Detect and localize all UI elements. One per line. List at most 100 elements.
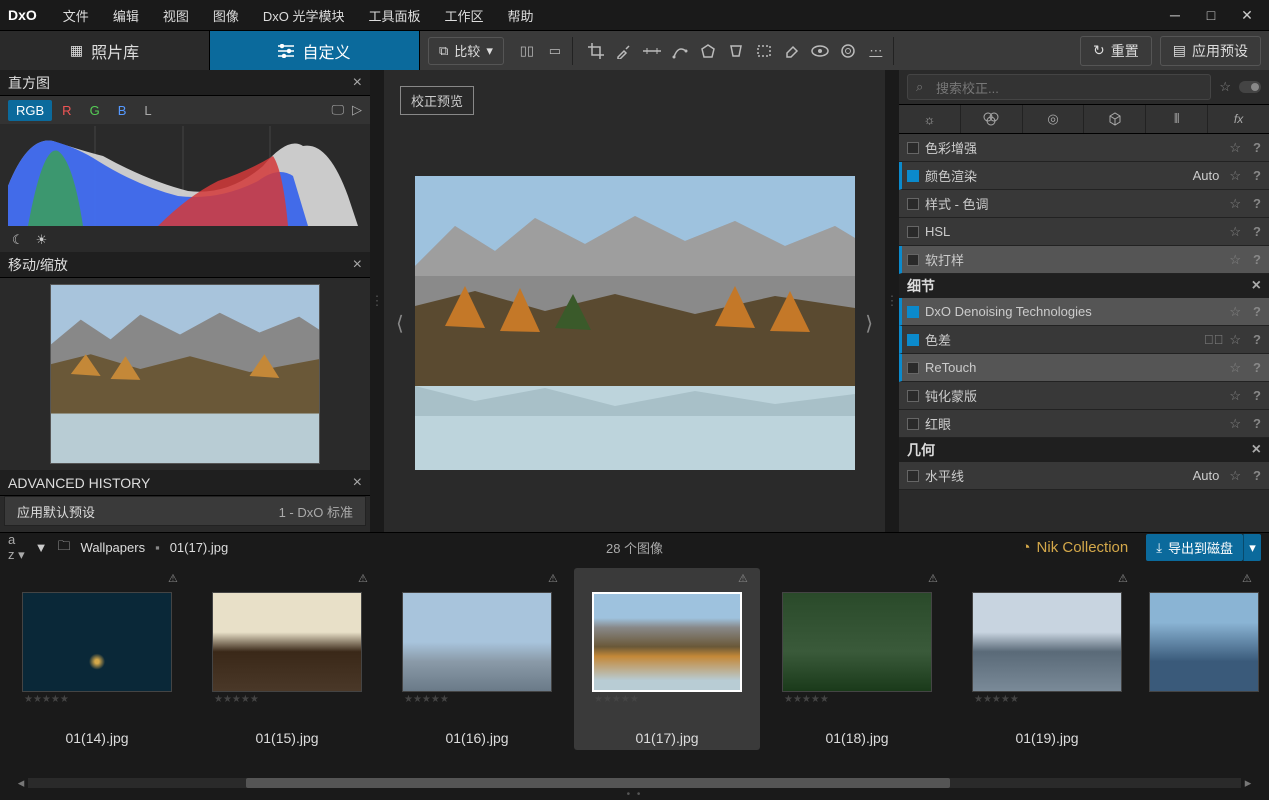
help-icon[interactable]: ?: [1253, 360, 1261, 375]
star-icon[interactable]: ☆: [1229, 388, 1241, 404]
row-horizon[interactable]: 水平线Auto☆?: [899, 462, 1269, 490]
pointer-icon[interactable]: ▷: [352, 102, 362, 118]
row-color-rendering[interactable]: 颜色渲染Auto☆?: [899, 162, 1269, 190]
hist-tab-l[interactable]: L: [136, 100, 159, 121]
shadow-clip-icon[interactable]: ☾: [12, 232, 24, 248]
star-icon[interactable]: ☆: [1229, 140, 1241, 156]
thumb-item[interactable]: ⚠ ★★★★★ 01(18).jpg: [764, 568, 950, 750]
help-icon[interactable]: ?: [1253, 388, 1261, 403]
thumb-image[interactable]: [592, 592, 742, 692]
hist-tab-b[interactable]: B: [110, 100, 135, 121]
next-image-button[interactable]: ⟩: [855, 301, 883, 346]
star-icon[interactable]: ☆: [1229, 168, 1241, 184]
thumb-item[interactable]: ⚠ ★★★★★ 01(16).jpg: [384, 568, 570, 750]
favorite-filter-icon[interactable]: ☆: [1219, 79, 1231, 95]
filter-color[interactable]: [961, 105, 1023, 133]
apply-preset-button[interactable]: ▤ 应用预设: [1160, 36, 1261, 66]
row-hsl[interactable]: HSL☆?: [899, 218, 1269, 246]
main-preview-image[interactable]: [415, 176, 855, 470]
checkbox[interactable]: [907, 226, 919, 238]
thumb-image[interactable]: [782, 592, 932, 692]
help-icon[interactable]: ?: [1253, 196, 1261, 211]
thumb-item-selected[interactable]: ⚠ ★★★★★ 01(17).jpg: [574, 568, 760, 750]
checkbox[interactable]: [907, 306, 919, 318]
toggle-switch[interactable]: [1239, 81, 1261, 93]
star-icon[interactable]: ☆: [1229, 224, 1241, 240]
row-redeye[interactable]: 红眼☆?: [899, 410, 1269, 438]
star-icon[interactable]: ☆: [1229, 468, 1241, 484]
thumb-item[interactable]: ⚠ ★★★★★ 01(14).jpg: [4, 568, 190, 750]
filter-detail[interactable]: ◎: [1023, 105, 1085, 133]
rating-stars[interactable]: ★★★★★: [958, 692, 1136, 708]
nik-collection-button[interactable]: ◔ Nik Collection: [1011, 535, 1138, 560]
prev-image-button[interactable]: ⟨: [386, 301, 414, 346]
checkbox[interactable]: [907, 198, 919, 210]
thumb-image[interactable]: [1149, 592, 1259, 692]
checkbox[interactable]: [907, 418, 919, 430]
mode-library[interactable]: ▦ 照片库: [0, 31, 210, 70]
row-soft-proof[interactable]: 软打样☆?: [899, 246, 1269, 274]
section-close[interactable]: ×: [1252, 277, 1261, 295]
help-icon[interactable]: ?: [1253, 252, 1261, 267]
minimize-button[interactable]: ─: [1161, 5, 1189, 25]
checkbox[interactable]: [907, 142, 919, 154]
checkbox[interactable]: [907, 170, 919, 182]
breadcrumb-folder[interactable]: Wallpapers: [81, 540, 146, 555]
navigator-close[interactable]: ×: [353, 256, 362, 274]
compare-button[interactable]: ⧉ 比较 ▾: [428, 37, 504, 65]
eyedropper-tool[interactable]: [611, 38, 637, 64]
filter-local[interactable]: ⦀: [1146, 105, 1208, 133]
help-icon[interactable]: ?: [1253, 304, 1261, 319]
monitor-icon[interactable]: 🖵: [331, 102, 344, 118]
row-retouch[interactable]: ReTouch☆?: [899, 354, 1269, 382]
checkbox[interactable]: [907, 254, 919, 266]
section-close[interactable]: ×: [1252, 441, 1261, 459]
menu-file[interactable]: 文件: [53, 2, 99, 29]
row-ca[interactable]: 色差👁⃠☆?: [899, 326, 1269, 354]
thumb-image[interactable]: [972, 592, 1122, 692]
filmstrip-scrollbar[interactable]: ◂ ▸: [0, 776, 1269, 790]
crop-tool[interactable]: [583, 38, 609, 64]
help-icon[interactable]: ?: [1253, 416, 1261, 431]
rating-stars[interactable]: ★★★★★: [388, 692, 566, 708]
filter-fx[interactable]: fx: [1208, 105, 1269, 133]
eraser-tool[interactable]: [779, 38, 805, 64]
eye-off-icon[interactable]: 👁⃠: [1204, 332, 1224, 347]
star-icon[interactable]: ☆: [1229, 416, 1241, 432]
navigator-image[interactable]: [50, 284, 320, 464]
menu-panels[interactable]: 工具面板: [358, 2, 430, 29]
checkbox[interactable]: [907, 470, 919, 482]
rating-stars[interactable]: ★★★★★: [198, 692, 376, 708]
histogram-close[interactable]: ×: [353, 74, 362, 92]
search-input[interactable]: ⌕ 搜索校正...: [907, 74, 1211, 100]
mode-custom[interactable]: 自定义: [210, 31, 420, 70]
history-close[interactable]: ×: [353, 474, 362, 492]
help-icon[interactable]: ?: [1253, 224, 1261, 239]
thumb-item[interactable]: ⚠ ★★★★★ 01(15).jpg: [194, 568, 380, 750]
help-icon[interactable]: ?: [1253, 332, 1261, 347]
menu-workspace[interactable]: 工作区: [435, 2, 494, 29]
perspective-tool[interactable]: [723, 38, 749, 64]
splitter-left[interactable]: ⋮: [370, 70, 384, 532]
highlight-clip-icon[interactable]: ☀: [36, 232, 48, 248]
view-single-button[interactable]: ▯▯: [514, 38, 540, 64]
close-button[interactable]: ✕: [1233, 5, 1261, 25]
menu-view[interactable]: 视图: [153, 2, 199, 29]
row-unsharp[interactable]: 钝化蒙版☆?: [899, 382, 1269, 410]
thumb-item[interactable]: ⚠: [1144, 568, 1264, 696]
sort-button[interactable]: az ▾: [8, 532, 25, 563]
thumb-image[interactable]: [22, 592, 172, 692]
filter-geometry[interactable]: [1084, 105, 1146, 133]
view-split-button[interactable]: ▭: [542, 38, 568, 64]
splitter-right[interactable]: ⋮: [885, 70, 899, 532]
help-icon[interactable]: ?: [1253, 140, 1261, 155]
menu-help[interactable]: 帮助: [498, 2, 544, 29]
rating-stars[interactable]: ★★★★★: [768, 692, 946, 708]
help-icon[interactable]: ?: [1253, 168, 1261, 183]
maximize-button[interactable]: □: [1197, 5, 1225, 25]
star-icon[interactable]: ☆: [1229, 252, 1241, 268]
star-icon[interactable]: ☆: [1229, 196, 1241, 212]
filter-light[interactable]: ☼: [899, 105, 961, 133]
checkbox[interactable]: [907, 362, 919, 374]
scroll-right[interactable]: ▸: [1241, 775, 1255, 791]
